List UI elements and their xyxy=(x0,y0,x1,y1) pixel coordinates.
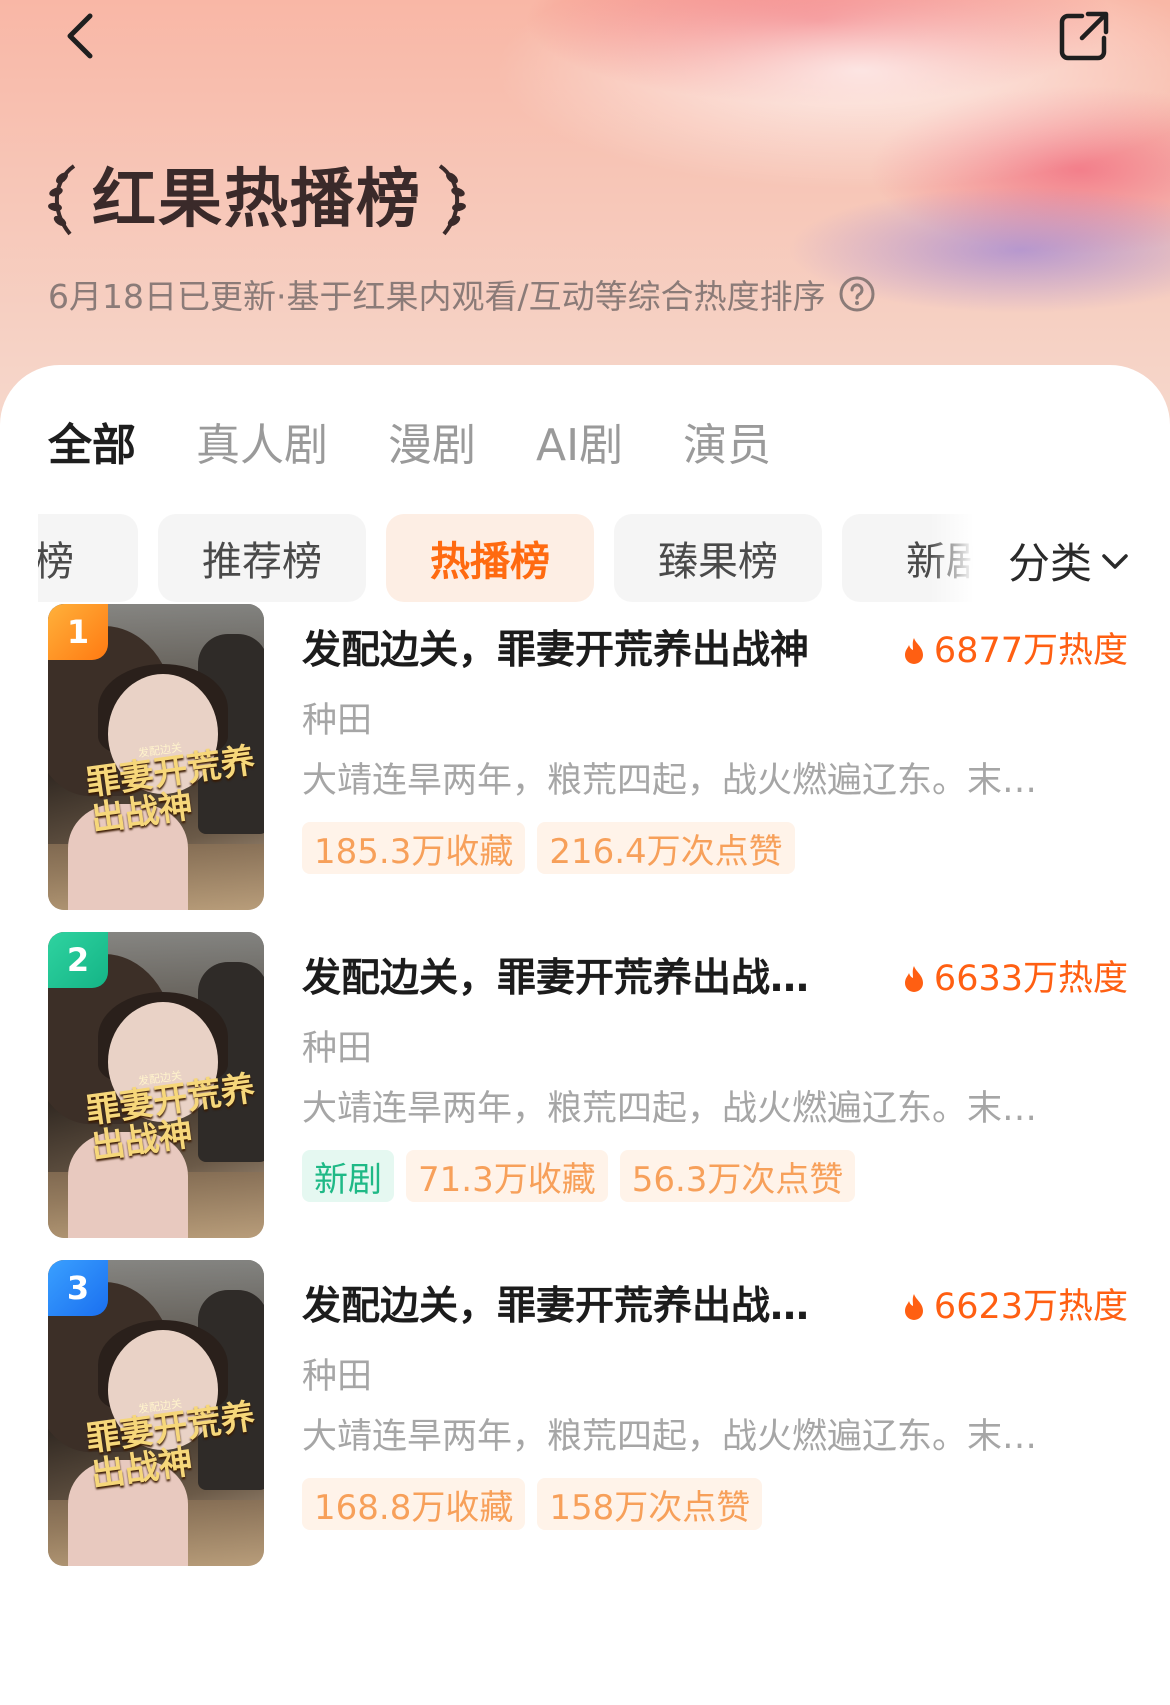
heat-text: 6877万热度 xyxy=(933,631,1128,671)
fire-icon xyxy=(904,1294,923,1320)
chips-fade xyxy=(930,514,974,602)
laurel-right-icon xyxy=(438,164,466,236)
drama-title[interactable]: 发配边关，罪妻开荒养出战神 xyxy=(302,626,902,676)
favorites-tag: 71.3万收藏 xyxy=(406,1150,608,1202)
genre-label: 种田 xyxy=(302,1357,373,1397)
tab-all[interactable]: 全部 xyxy=(48,418,136,474)
rank-badge: 3 xyxy=(48,1260,108,1316)
likes-tag: 158万次点赞 xyxy=(537,1478,763,1530)
chip-ranking-partial[interactable]: 的榜 xyxy=(38,514,138,602)
fire-icon xyxy=(904,638,923,664)
drama-title[interactable]: 发配边关，罪妻开荒养出战… xyxy=(302,1282,902,1332)
fire-icon xyxy=(904,966,923,992)
chip-recommend[interactable]: 推荐榜 xyxy=(158,514,366,602)
likes-tag: 216.4万次点赞 xyxy=(537,822,795,874)
drama-description: 大靖连旱两年，粮荒四起，战火燃遍辽东。末世… xyxy=(302,1089,1042,1129)
favorites-tag: 168.8万收藏 xyxy=(302,1478,526,1530)
tab-comic[interactable]: 漫剧 xyxy=(388,418,476,474)
favorites-tag: 185.3万收藏 xyxy=(302,822,526,874)
update-note: 6月18日已更新·基于红果内观看/互动等综合热度排序 xyxy=(48,270,876,318)
rank-badge: 2 xyxy=(48,932,108,988)
chip-hot[interactable]: 热播榜 xyxy=(386,514,594,602)
drama-description: 大靖连旱两年，粮荒四起，战火燃遍辽东。末世… xyxy=(302,1417,1042,1457)
chevron-down-icon xyxy=(1102,553,1128,569)
new-drama-tag: 新剧 xyxy=(302,1150,394,1202)
drama-cover[interactable]: 发配边关 罪妻开荒养出战神 3 xyxy=(48,1260,264,1566)
category-label: 分类 xyxy=(1008,539,1093,588)
update-note-text: 6月18日已更新·基于红果内观看/互动等综合热度排序 xyxy=(48,277,826,316)
heat-score: 6877万热度 xyxy=(902,628,1128,674)
tab-actors[interactable]: 演员 xyxy=(683,418,771,474)
drama-title[interactable]: 发配边关，罪妻开荒养出战… xyxy=(302,954,902,1004)
stat-tags: 185.3万收藏 216.4万次点赞 xyxy=(302,822,795,874)
laurel-left-icon xyxy=(48,164,76,236)
chip-premium[interactable]: 臻果榜 xyxy=(614,514,822,602)
tab-ai[interactable]: AI剧 xyxy=(536,418,623,474)
heat-score: 6633万热度 xyxy=(902,956,1128,1002)
genre-label: 种田 xyxy=(302,1029,373,1069)
back-icon[interactable] xyxy=(60,8,106,64)
heat-score: 6623万热度 xyxy=(902,1284,1128,1330)
drama-description: 大靖连旱两年，粮荒四起，战火燃遍辽东。末世… xyxy=(302,761,1042,801)
heat-text: 6623万热度 xyxy=(933,1287,1128,1327)
page-title-group: 红果热播榜 xyxy=(44,160,470,240)
share-icon[interactable] xyxy=(1056,8,1112,64)
list-item[interactable]: 发配边关 罪妻开荒养出战神 3 发配边关，罪妻开荒养出战… 6623万热度 种田… xyxy=(48,1260,1128,1566)
heat-text: 6633万热度 xyxy=(933,959,1128,999)
main-tabs: 全部 真人剧 漫剧 AI剧 演员 xyxy=(48,418,771,474)
page-title: 红果热播榜 xyxy=(92,163,422,237)
likes-tag: 56.3万次点赞 xyxy=(619,1150,856,1202)
drama-cover[interactable]: 发配边关 罪妻开荒养出战神 1 xyxy=(48,604,264,910)
list-item[interactable]: 发配边关 罪妻开荒养出战神 1 发配边关，罪妻开荒养出战神 6877万热度 种田… xyxy=(48,604,1128,910)
help-icon[interactable] xyxy=(838,275,876,313)
category-dropdown[interactable]: 分类 xyxy=(1008,530,1130,591)
stat-tags: 新剧 71.3万收藏 56.3万次点赞 xyxy=(302,1150,856,1202)
drama-cover[interactable]: 发配边关 罪妻开荒养出战神 2 xyxy=(48,932,264,1238)
list-item[interactable]: 发配边关 罪妻开荒养出战神 2 发配边关，罪妻开荒养出战… 6633万热度 种田… xyxy=(48,932,1128,1238)
tab-live-action[interactable]: 真人剧 xyxy=(196,418,328,474)
stat-tags: 168.8万收藏 158万次点赞 xyxy=(302,1478,763,1530)
rank-badge: 1 xyxy=(48,604,108,660)
ranking-chips: 的榜 推荐榜 热播榜 臻果榜 新剧 xyxy=(38,514,973,602)
genre-label: 种田 xyxy=(302,701,373,741)
